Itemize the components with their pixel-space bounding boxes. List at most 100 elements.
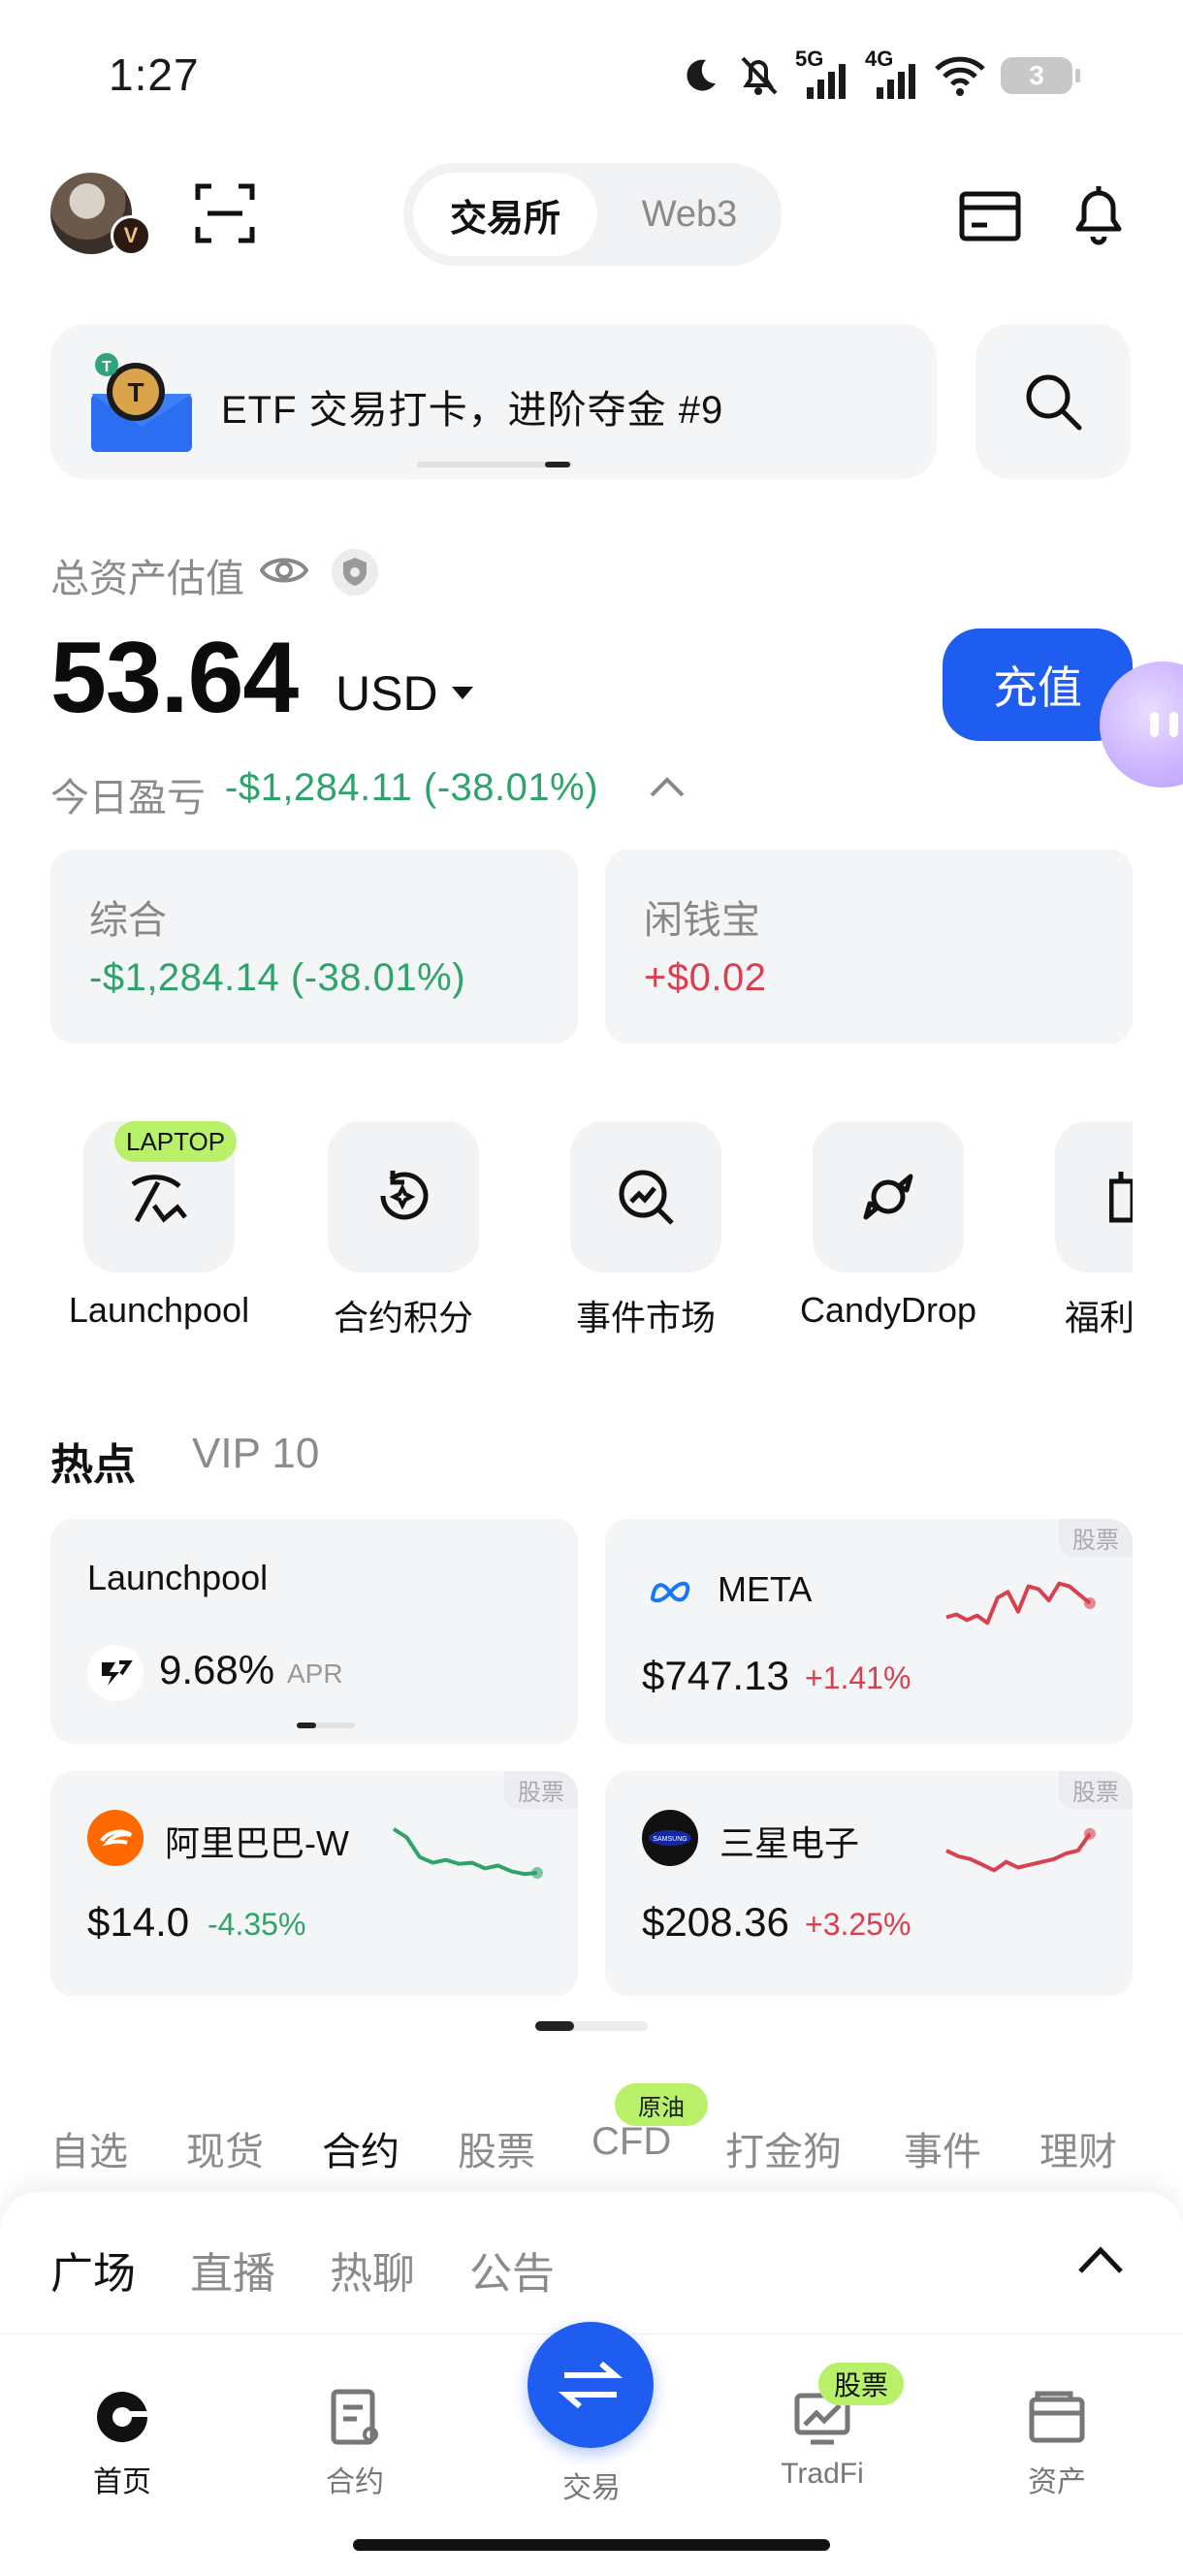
market-tab-earn[interactable]: 理财 — [1039, 2120, 1117, 2176]
sheet-tab-chat[interactable]: 热聊 — [330, 2238, 415, 2301]
exchange-web3-toggle[interactable]: 交易所 Web3 — [403, 163, 782, 266]
hot-card-meta[interactable]: 股票 META $747.13 +1.41% — [605, 1519, 1133, 1744]
market-tab-spot[interactable]: 现货 — [186, 2120, 264, 2176]
segment-exchange[interactable]: 交易所 — [413, 173, 597, 256]
pnl-value: -$1,284.11 (-38.01%) — [225, 766, 599, 809]
feed-sheet[interactable] — [0, 2192, 1183, 2337]
search-icon — [1026, 374, 1082, 431]
meta-logo-icon — [642, 1563, 698, 1620]
laptop-badge: LAPTOP — [114, 1121, 238, 1162]
contract-icon — [331, 2389, 378, 2445]
stat-card-overall[interactable]: 综合 -$1,284.14 (-38.01%) — [50, 850, 578, 1044]
hot-card-apr-label: APR — [287, 1658, 343, 1689]
market-tab-stocks[interactable]: 股票 — [458, 2120, 535, 2176]
segment-web3[interactable]: Web3 — [607, 173, 772, 256]
shortcut-label: 合约积分 — [333, 1298, 473, 1337]
total-asset-value: 53.64 — [50, 622, 299, 734]
nav-contract[interactable]: 合约 — [268, 2386, 442, 2500]
trade-icon — [559, 2361, 623, 2409]
sparkline-endpoint — [1084, 1827, 1096, 1840]
nav-assets[interactable]: 资产 — [970, 2386, 1144, 2500]
shortcut-label: 事件市场 — [575, 1298, 716, 1337]
hot-card-samsung[interactable]: 股票 SAMSUNG 三星电子 $208.36 +3.25% — [605, 1771, 1133, 1996]
hot-card-launchpool[interactable]: Launchpool 9.68% APR — [50, 1519, 578, 1744]
stat-title: 闲钱宝 — [644, 899, 760, 942]
shield-icon[interactable] — [330, 547, 380, 597]
market-tab-favorites[interactable]: 自选 — [50, 2120, 128, 2176]
shortcut-candydrop[interactable] — [813, 1121, 964, 1272]
sparkline-path — [945, 1832, 1092, 1873]
samsung-logo-icon: SAMSUNG — [642, 1810, 698, 1866]
envelope-coin-icon: T T — [91, 353, 192, 452]
bell-icon[interactable] — [1067, 180, 1131, 248]
currency-selector[interactable]: USD — [336, 665, 438, 722]
points-icon — [380, 1171, 429, 1220]
stock-tag: 股票 — [1059, 1519, 1133, 1557]
hot-card-name: Launchpool — [87, 1558, 269, 1597]
chevron-up-icon[interactable] — [1076, 2242, 1125, 2277]
shortcut-label: CandyDrop — [799, 1290, 977, 1330]
shortcut-welfare[interactable] — [1055, 1121, 1133, 1272]
svg-text:SAMSUNG: SAMSUNG — [653, 1836, 687, 1843]
hot-card-price: $208.36 — [642, 1899, 789, 1945]
stat-card-savings[interactable]: 闲钱宝 +$0.02 — [605, 850, 1133, 1044]
sheet-tab-live[interactable]: 直播 — [190, 2238, 275, 2301]
status-time: 1:27 — [109, 49, 200, 100]
hot-card-price: $747.13 — [642, 1653, 789, 1698]
hot-card-apr: 9.68% — [159, 1647, 275, 1692]
alibaba-logo-icon — [87, 1810, 144, 1866]
stat-value: +$0.02 — [644, 956, 767, 999]
trend-sparkline — [392, 1827, 543, 1880]
pnl-label: 今日盈亏 — [50, 777, 206, 820]
scan-icon[interactable] — [194, 182, 256, 244]
sparkline-path — [392, 1827, 538, 1877]
launchpool-logo-icon — [87, 1645, 144, 1701]
wallet-icon — [1029, 2391, 1085, 2443]
eye-icon[interactable] — [260, 551, 308, 590]
stat-value: -$1,284.14 (-38.01%) — [89, 956, 466, 999]
nav-label: 交易 — [562, 2472, 621, 2504]
status-icons: 5G 4G 3 — [679, 47, 1080, 103]
banner-text[interactable]: ETF 交易打卡，进阶夺金 #9 — [221, 378, 723, 435]
sheet-tab-announcements[interactable]: 公告 — [469, 2238, 555, 2301]
hot-card-price: $14.0 — [87, 1899, 190, 1945]
market-tab-cfd[interactable]: CFD — [592, 2120, 671, 2164]
nav-trade[interactable] — [528, 2322, 654, 2448]
hot-card-name: 阿里巴巴-W — [165, 1823, 349, 1863]
chevron-up-icon[interactable] — [648, 772, 687, 801]
tab-hot[interactable]: 热点 — [50, 1430, 136, 1492]
home-indicator — [353, 2539, 830, 2551]
stat-title: 综合 — [89, 899, 167, 942]
moon-icon — [687, 59, 716, 91]
nav-label: 资产 — [1028, 2466, 1086, 2498]
hot-card-change: +3.25% — [805, 1907, 911, 1942]
market-tab-events[interactable]: 事件 — [904, 2120, 981, 2176]
hot-card-name: 三星电子 — [719, 1823, 860, 1863]
sparkline-endpoint — [1084, 1597, 1096, 1609]
signal-4g-icon: 4G — [865, 47, 919, 99]
tab-vip[interactable]: VIP 10 — [192, 1430, 319, 1478]
sheet-tab-square[interactable]: 广场 — [50, 2238, 136, 2301]
battery-icon: 3 — [1001, 57, 1080, 94]
gift-icon — [1109, 1172, 1133, 1223]
market-tab-gold-dog[interactable]: 打金狗 — [725, 2120, 842, 2176]
nav-trade-label-wrap: 交易 — [504, 2463, 679, 2506]
nav-home[interactable]: 首页 — [35, 2386, 209, 2500]
candy-icon — [863, 1174, 913, 1220]
trend-sparkline — [945, 1827, 1096, 1873]
caret-down-icon[interactable] — [452, 687, 473, 699]
market-tab-futures[interactable]: 合约 — [322, 2120, 400, 2176]
mute-icon — [741, 56, 778, 95]
card-icon[interactable] — [958, 184, 1022, 248]
hot-card-alibaba[interactable]: 股票 阿里巴巴-W $14.0 -4.35% — [50, 1771, 578, 1996]
shortcut-contract-points[interactable] — [328, 1121, 479, 1272]
shortcut-event-market[interactable] — [570, 1121, 721, 1272]
sparkline-endpoint — [531, 1867, 543, 1880]
pickaxe-icon — [131, 1175, 187, 1223]
hot-card-change: +1.41% — [805, 1660, 911, 1695]
home-icon — [97, 2392, 149, 2442]
search-button[interactable] — [975, 324, 1131, 479]
nav-label: TradFi — [781, 2458, 864, 2490]
stock-tag: 股票 — [504, 1771, 578, 1809]
shortcut-label: 福利 — [1065, 1298, 1133, 1337]
